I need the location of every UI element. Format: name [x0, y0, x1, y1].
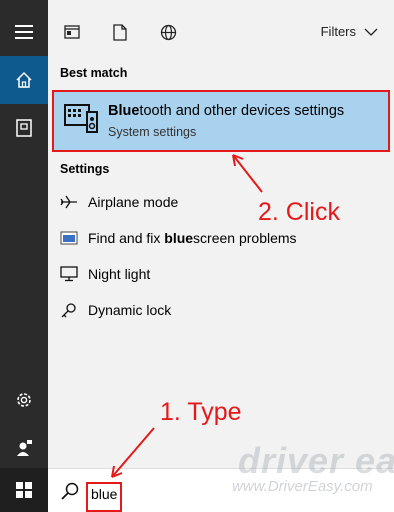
windows-logo-icon — [16, 482, 32, 498]
hamburger-menu-button[interactable] — [0, 8, 48, 56]
filters-label: Filters — [320, 24, 356, 39]
devices-settings-icon — [64, 104, 98, 133]
best-match-result[interactable]: Bluetooth and other devices settings Sys… — [52, 90, 390, 152]
result-label: Dynamic lock — [88, 302, 172, 318]
filter-bar: Filters — [48, 0, 394, 58]
result-night-light[interactable]: Night light — [48, 257, 394, 291]
search-input-value: blue — [91, 486, 118, 502]
best-match-title: Bluetooth and other devices settings — [108, 103, 345, 119]
best-match-subtitle: System settings — [108, 125, 197, 139]
home-icon — [16, 71, 32, 88]
gear-icon — [17, 393, 31, 407]
annotation-step-2: 2. Click — [258, 198, 340, 226]
result-airplane-mode[interactable]: Airplane mode — [48, 185, 394, 219]
documents-filter-button[interactable] — [110, 22, 130, 42]
result-label: Night light — [88, 266, 151, 282]
hamburger-icon — [15, 25, 33, 39]
documents-button[interactable] — [0, 104, 48, 152]
watermark-logo: driver easy — [238, 440, 394, 481]
result-label: Airplane mode — [88, 194, 179, 210]
left-rail — [0, 0, 48, 512]
home-button[interactable] — [0, 56, 48, 104]
search-icon — [61, 482, 79, 500]
apps-filter-button[interactable] — [62, 22, 82, 42]
settings-header: Settings — [60, 162, 110, 176]
person-feedback-icon — [17, 440, 32, 456]
globe-icon — [160, 24, 176, 40]
bluescreen-icon — [60, 230, 78, 246]
document-icon — [16, 119, 32, 137]
web-filter-button[interactable] — [158, 22, 178, 42]
result-label: Find and fix bluescreen problems — [88, 230, 297, 246]
result-dynamic-lock[interactable]: Dynamic lock — [48, 293, 394, 327]
monitor-icon — [60, 266, 78, 282]
app-window-icon — [64, 25, 80, 39]
document-icon — [113, 23, 127, 41]
airplane-icon — [60, 194, 78, 210]
search-input[interactable]: blue — [86, 482, 122, 512]
key-icon — [60, 302, 78, 318]
watermark-url: www.DriverEasy.com — [232, 478, 373, 495]
settings-button[interactable] — [0, 376, 48, 424]
best-match-header: Best match — [60, 66, 128, 80]
result-bluescreen[interactable]: Find and fix bluescreen problems — [48, 221, 394, 255]
start-button[interactable] — [0, 468, 48, 512]
annotation-step-1: 1. Type — [160, 398, 242, 426]
feedback-button[interactable] — [0, 424, 48, 472]
chevron-down-icon — [364, 28, 378, 36]
filters-dropdown[interactable]: Filters — [321, 24, 378, 39]
